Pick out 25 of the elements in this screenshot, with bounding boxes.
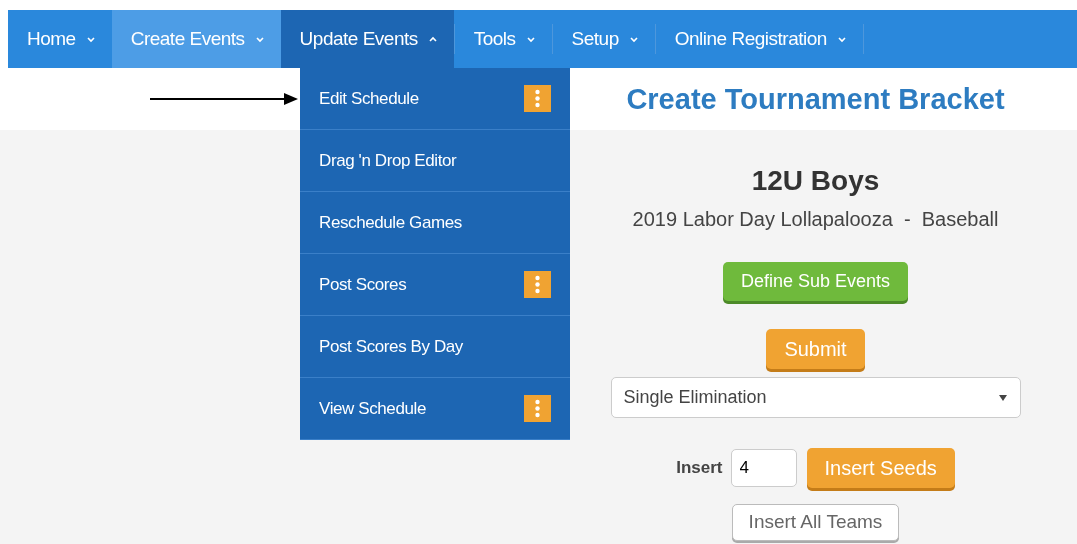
bracket-type-select[interactable]: Single Elimination [610, 377, 1021, 418]
menu-item[interactable]: Edit Schedule [300, 68, 570, 130]
division-title: 12U Boys [751, 164, 880, 198]
insert-count-field[interactable]: 4 [730, 449, 797, 487]
insert-label: Insert [676, 457, 723, 480]
menu-item[interactable]: View Schedule [300, 378, 570, 440]
insert-all-teams-button[interactable]: Insert All Teams [731, 504, 900, 541]
event-subtitle: 2019 Labor Day Lollapalooza - Baseball [632, 207, 999, 232]
menu-item[interactable]: Drag 'n Drop Editor [300, 130, 570, 192]
nav-menu[interactable]: Tools [454, 10, 552, 68]
chevron-down-icon [836, 35, 847, 43]
menu-item[interactable]: Post Scores By Day [300, 316, 570, 378]
page-title: Create Tournament Bracket [626, 82, 1005, 117]
menu-item[interactable]: Post Scores [300, 254, 570, 316]
nav-menu[interactable]: Home [8, 10, 112, 68]
chevron-up-icon [427, 35, 438, 43]
nav-menu[interactable]: Setup [552, 10, 655, 68]
chevron-down-icon [85, 35, 96, 43]
nav-menu[interactable]: Online Registration [655, 10, 863, 68]
dropdown-caret-icon [997, 393, 1008, 402]
chevron-down-icon [525, 35, 536, 43]
chevron-down-icon [254, 35, 265, 43]
nav-menu[interactable]: Update Events [280, 10, 454, 68]
menu-item[interactable]: Reschedule Games [300, 192, 570, 254]
chevron-down-icon [628, 35, 639, 43]
